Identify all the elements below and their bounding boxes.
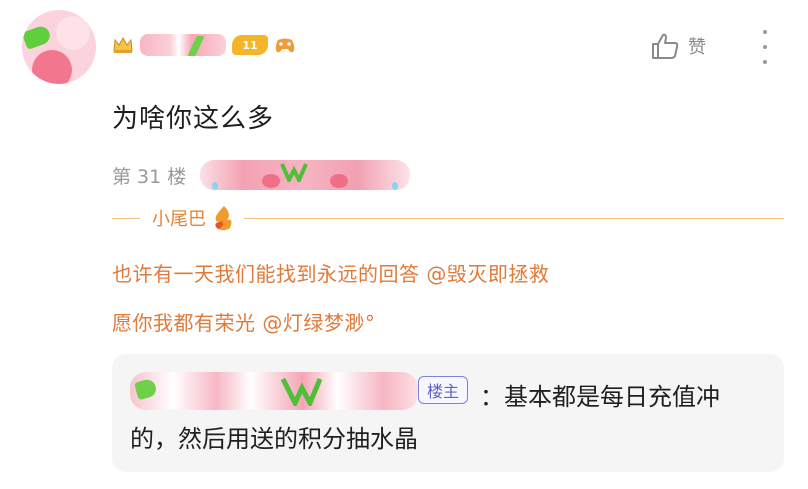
crown-icon [113, 36, 133, 53]
tail-line-2: 愿你我都有荣光 @灯绿梦渺° [112, 311, 376, 335]
reply-text: ：基本都是每日充值冲的，然后用送的积分抽水晶 [130, 383, 720, 453]
tail-line-1: 也许有一天我们能找到永远的回答 @毁灭即拯救 [112, 262, 550, 286]
floor-number: 第 31 楼 [112, 165, 187, 188]
like-button[interactable]: 赞 [650, 32, 706, 60]
redacted-sticker [200, 160, 411, 190]
avatar[interactable] [22, 10, 96, 84]
gamepad-icon [275, 38, 295, 53]
username-redacted[interactable] [140, 34, 226, 56]
user-name-row: 11 [112, 30, 296, 60]
divider [244, 217, 784, 219]
more-icon[interactable] [760, 30, 770, 64]
floor-row: 第 31 楼 [112, 158, 411, 192]
flame-icon [215, 206, 232, 231]
level-number: 11 [242, 38, 258, 52]
level-badge: 11 [232, 35, 268, 55]
divider [112, 217, 140, 219]
tail-header: 小尾巴 [112, 202, 784, 234]
like-label: 赞 [688, 37, 706, 58]
post-content: 为啥你这么多 [112, 104, 275, 134]
tail-label: 小尾巴 [152, 209, 206, 230]
like-icon [652, 33, 679, 59]
reply-card[interactable]: 楼主 ：基本都是每日充值冲的，然后用送的积分抽水晶 [112, 354, 784, 472]
